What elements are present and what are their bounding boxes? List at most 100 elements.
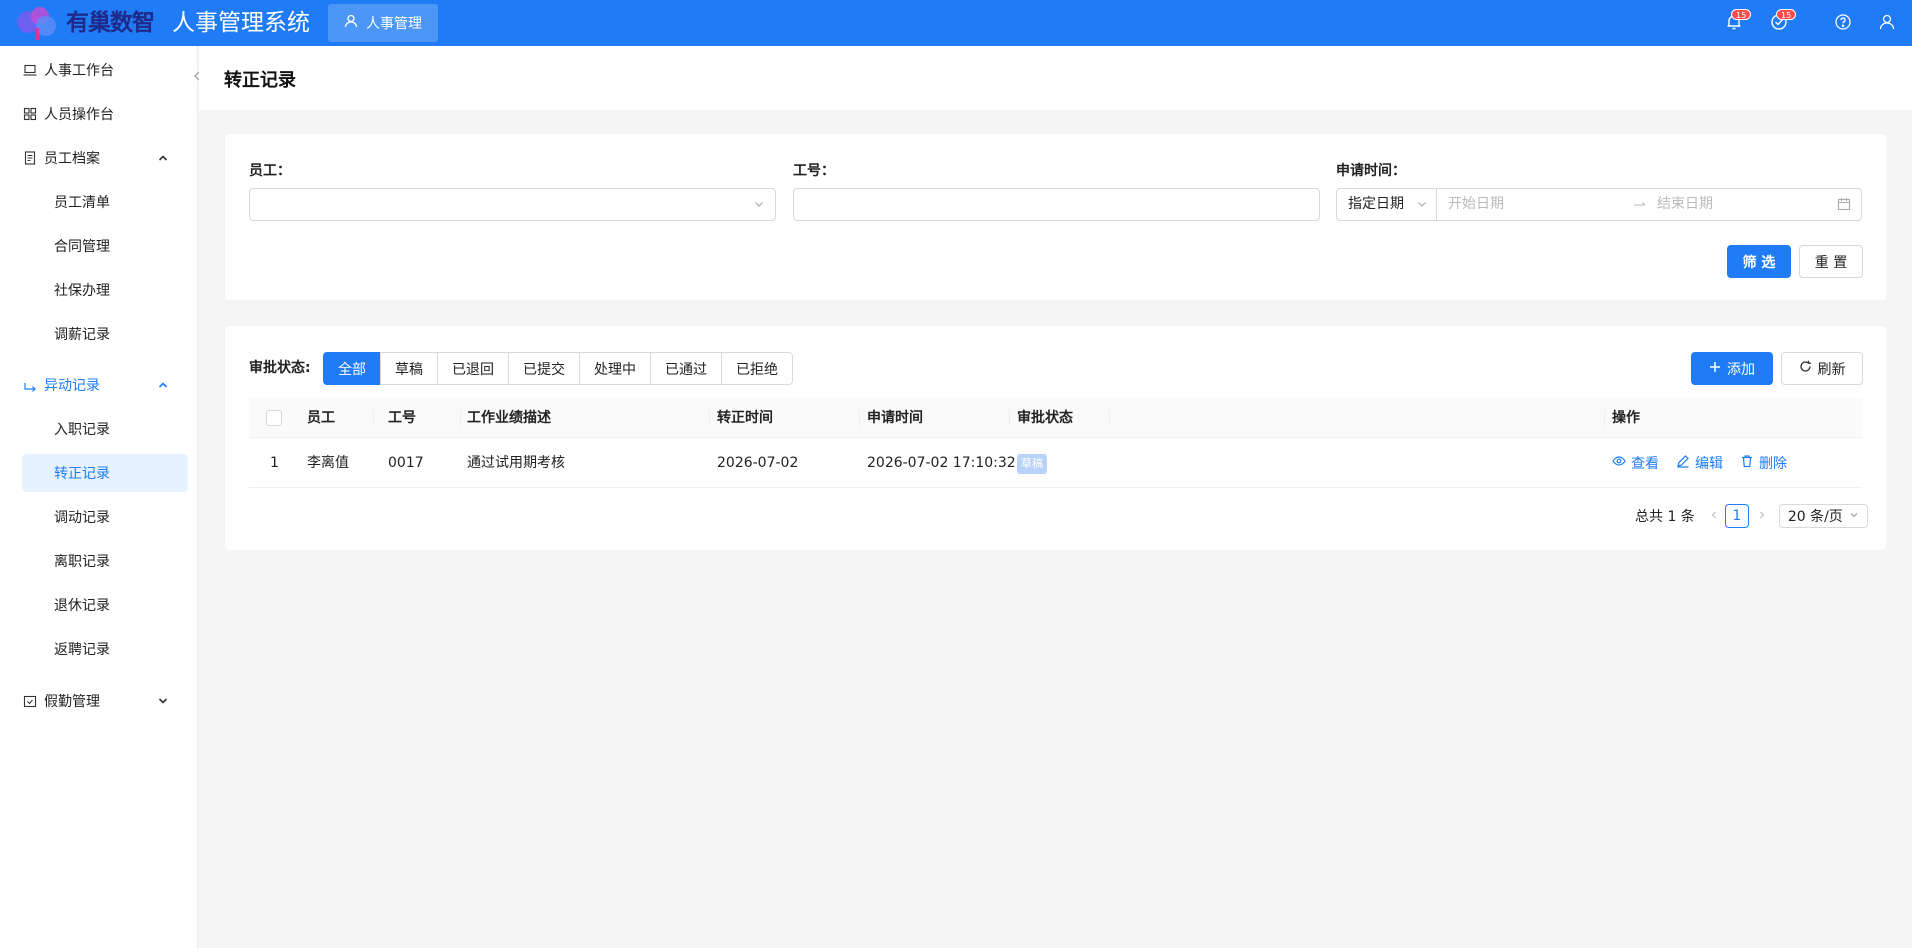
- laptop-icon: [22, 62, 38, 78]
- column-divider: [373, 410, 374, 426]
- sidebar: 人事工作台 人员操作台 员工档案 员工清单 合同管理 社保办理 调薪记录 异动记…: [0, 46, 198, 948]
- status-tab-approved[interactable]: 已通过: [650, 352, 722, 385]
- reset-button[interactable]: 重 置: [1799, 245, 1863, 278]
- eye-icon: [1612, 454, 1626, 472]
- status-tab-draft[interactable]: 草稿: [380, 352, 438, 385]
- chevron-up-icon: [156, 378, 170, 392]
- chevron-down-icon: [753, 198, 765, 214]
- sidebar-item-employee-archive[interactable]: 员工档案: [22, 139, 188, 177]
- filter-panel: 员工： 工号： 申请时间： 指定日期 开始日期 结束日期 筛 选 重 置: [225, 134, 1886, 300]
- chevron-down-icon: [1849, 508, 1859, 524]
- sidebar-item-employee-list[interactable]: 员工清单: [22, 183, 188, 221]
- column-header-apply-time: 申请时间: [867, 410, 923, 426]
- table-row: 1 李离值 0017 通过试用期考核 2026-07-02 2026-07-02…: [249, 438, 1862, 488]
- help-icon[interactable]: [1834, 13, 1854, 33]
- sidebar-item-transfer[interactable]: 调动记录: [22, 498, 188, 536]
- select-all-checkbox[interactable]: [266, 410, 282, 426]
- jobno-input[interactable]: [793, 188, 1320, 221]
- row-index: 1: [270, 455, 279, 471]
- account-icon[interactable]: [1878, 13, 1898, 33]
- edit-icon: [1676, 454, 1690, 472]
- sidebar-item-retirement[interactable]: 退休记录: [22, 586, 188, 624]
- column-divider: [859, 410, 860, 426]
- sidebar-item-label: 人员操作台: [44, 107, 114, 123]
- sidebar-item-regularization[interactable]: 转正记录: [22, 454, 188, 492]
- cell-regular-date: 2026-07-02: [717, 455, 799, 471]
- sidebar-item-label: 人事工作台: [44, 63, 114, 79]
- transfer-icon: [22, 377, 38, 393]
- date-mode-select[interactable]: 指定日期: [1336, 188, 1437, 221]
- filter-button[interactable]: 筛 选: [1727, 245, 1791, 278]
- sidebar-item-label: 异动记录: [44, 378, 100, 394]
- delete-action[interactable]: 删除: [1740, 438, 1787, 488]
- page-1-button[interactable]: 1: [1724, 504, 1749, 528]
- status-tab-submitted[interactable]: 已提交: [508, 352, 580, 385]
- cell-job-no: 0017: [388, 455, 424, 471]
- apply-time-filter-label: 申请时间：: [1336, 163, 1406, 179]
- calendar-icon: [1837, 197, 1851, 215]
- status-segmented-control: 全部 草稿 已退回 已提交 处理中 已通过 已拒绝: [323, 352, 793, 385]
- trash-icon: [1740, 454, 1754, 472]
- total-count: 总共 1 条: [1635, 509, 1695, 525]
- column-header-job-no: 工号: [388, 410, 416, 426]
- start-date-placeholder[interactable]: 开始日期: [1448, 189, 1504, 220]
- sidebar-item-salary-adjust[interactable]: 调薪记录: [22, 315, 188, 353]
- prev-page-icon[interactable]: [1709, 508, 1719, 524]
- page-title: 转正记录: [224, 70, 296, 91]
- column-divider: [1604, 410, 1605, 426]
- status-tab-rejected[interactable]: 已拒绝: [721, 352, 793, 385]
- sidebar-item-label: 退休记录: [54, 598, 110, 614]
- arrow-right-icon: [1633, 198, 1647, 214]
- chevron-down-icon: [1416, 198, 1428, 214]
- sidebar-item-label: 合同管理: [54, 239, 110, 255]
- refresh-icon: [1799, 360, 1812, 377]
- column-header-status: 审批状态: [1017, 410, 1073, 426]
- records-panel: 审批状态: 全部 草稿 已退回 已提交 处理中 已通过 已拒绝 添加 刷新 员工…: [225, 326, 1886, 550]
- module-tab-label: 人事管理: [366, 16, 422, 32]
- end-date-placeholder[interactable]: 结束日期: [1657, 189, 1713, 220]
- sidebar-item-attendance[interactable]: 假勤管理: [22, 682, 188, 720]
- refresh-button[interactable]: 刷新: [1781, 352, 1863, 385]
- column-header-actions: 操作: [1612, 410, 1640, 426]
- employee-select[interactable]: [249, 188, 776, 221]
- status-tab-all[interactable]: 全部: [323, 352, 381, 385]
- view-action-label: 查看: [1631, 456, 1659, 472]
- sidebar-item-onboarding[interactable]: 入职记录: [22, 410, 188, 448]
- module-tab-hr[interactable]: 人事管理: [328, 4, 438, 42]
- logo-icon: [14, 4, 62, 40]
- next-page-icon[interactable]: [1757, 508, 1767, 524]
- sidebar-item-rehire[interactable]: 返聘记录: [22, 630, 188, 668]
- task-badge: 15: [1776, 9, 1797, 20]
- sidebar-item-changes[interactable]: 异动记录: [22, 366, 188, 404]
- add-button[interactable]: 添加: [1691, 352, 1773, 385]
- sidebar-item-staff-console[interactable]: 人员操作台: [22, 95, 188, 133]
- jobno-filter-label: 工号：: [793, 163, 835, 179]
- status-tab-returned[interactable]: 已退回: [437, 352, 509, 385]
- page-size-select[interactable]: 20 条/页: [1778, 504, 1868, 528]
- refresh-button-label: 刷新: [1817, 361, 1846, 378]
- date-range-picker[interactable]: 开始日期 结束日期: [1436, 188, 1862, 221]
- sidebar-item-contract[interactable]: 合同管理: [22, 227, 188, 265]
- sidebar-item-label: 调薪记录: [54, 327, 110, 343]
- file-icon: [22, 150, 38, 166]
- notification-badge: 15: [1731, 9, 1752, 20]
- chevron-down-icon: [156, 694, 170, 708]
- column-divider: [709, 410, 710, 426]
- status-tab-processing[interactable]: 处理中: [579, 352, 651, 385]
- app-title: 人事管理系统: [172, 10, 310, 36]
- cell-description: 通过试用期考核: [467, 455, 565, 471]
- view-action[interactable]: 查看: [1612, 438, 1659, 488]
- calendar-check-icon: [22, 693, 38, 709]
- edit-action-label: 编辑: [1695, 456, 1723, 472]
- cell-apply-time: 2026-07-02 17:10:32: [867, 455, 1016, 471]
- column-header-regular-date: 转正时间: [717, 410, 773, 426]
- status-filter-label: 审批状态:: [249, 360, 311, 376]
- user-icon: [344, 14, 358, 32]
- cell-employee: 李离值: [307, 455, 349, 471]
- sidebar-item-hr-workbench[interactable]: 人事工作台: [22, 51, 188, 89]
- sidebar-item-resignation[interactable]: 离职记录: [22, 542, 188, 580]
- plus-icon: [1709, 361, 1721, 377]
- sidebar-item-social-security[interactable]: 社保办理: [22, 271, 188, 309]
- edit-action[interactable]: 编辑: [1676, 438, 1723, 488]
- sidebar-item-label: 返聘记录: [54, 642, 110, 658]
